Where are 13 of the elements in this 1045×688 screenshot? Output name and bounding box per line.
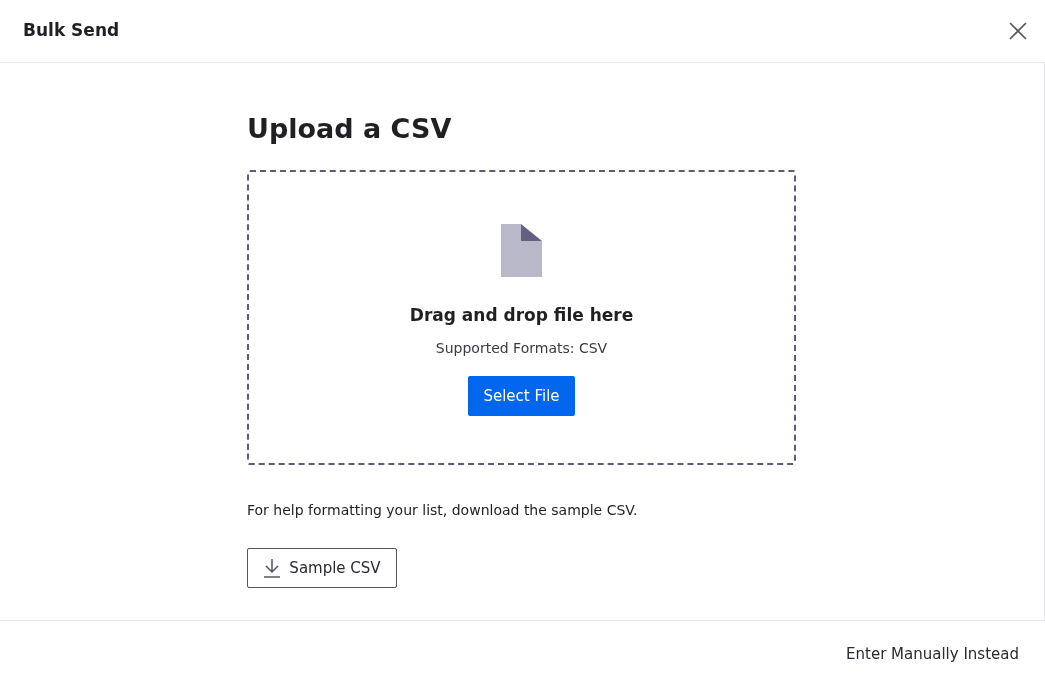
dialog-title: Bulk Send [23, 19, 120, 43]
enter-manually-link[interactable]: Enter Manually Instead [846, 643, 1019, 666]
sample-csv-button[interactable]: Sample CSV [247, 548, 397, 589]
supported-formats: Supported Formats: CSV [435, 338, 608, 358]
help-text: For help formatting your list, download the sample CSV. [247, 501, 639, 521]
close-button[interactable] [1009, 22, 1027, 40]
drop-zone-title: Drag and drop file here [409, 304, 634, 328]
page-heading: Upload a CSV [247, 113, 453, 146]
drop-zone[interactable]: Drag and drop file here Supported Formats: CSV Select File [247, 170, 796, 466]
download-icon [263, 558, 282, 579]
select-file-button[interactable]: Select File [468, 375, 575, 416]
close-icon [1009, 22, 1027, 40]
file-icon [501, 224, 542, 278]
